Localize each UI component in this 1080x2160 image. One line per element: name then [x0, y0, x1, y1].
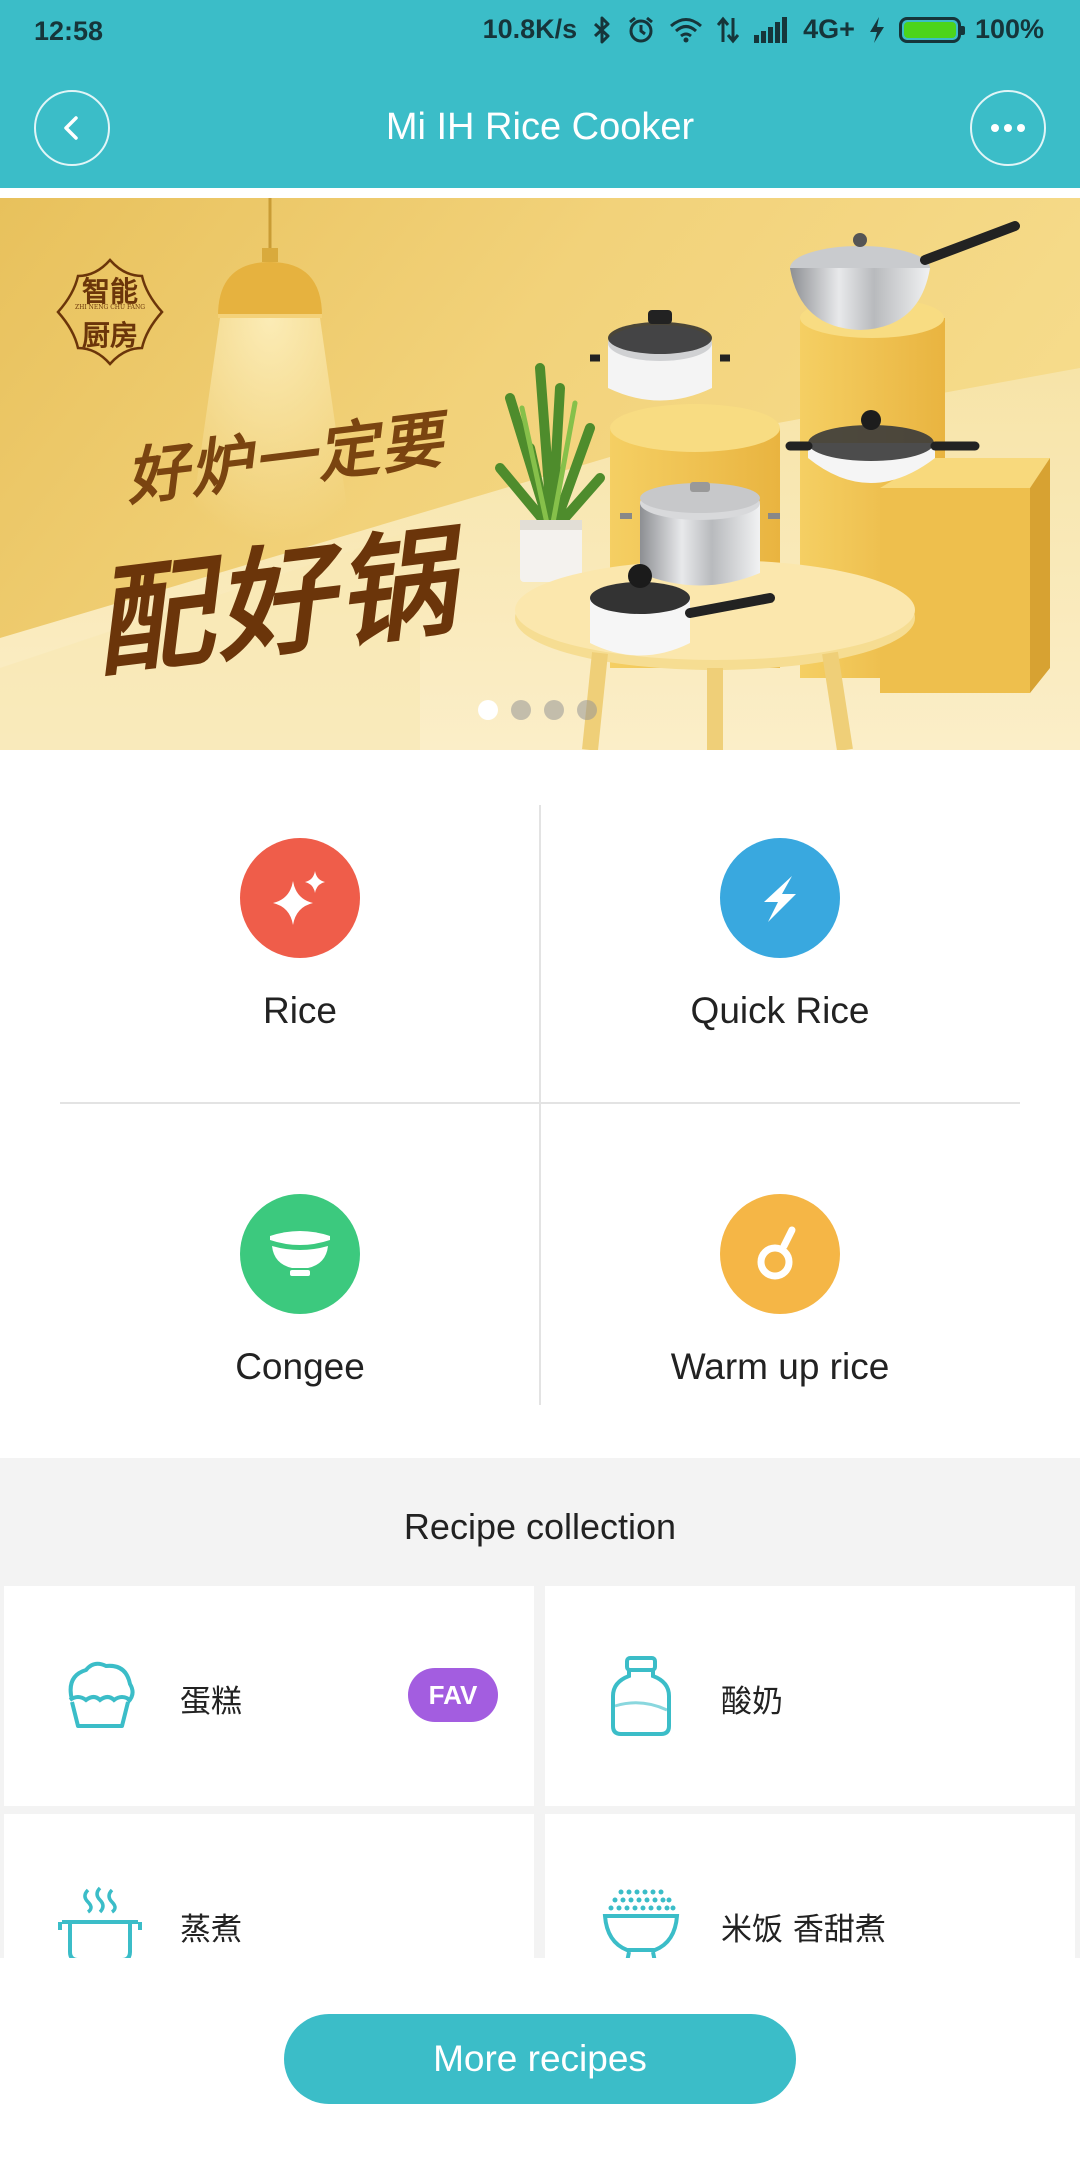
- network-speed: 10.8K/s: [482, 14, 578, 44]
- battery-icon: [898, 16, 965, 43]
- mode-rice[interactable]: Rice: [60, 838, 540, 1138]
- more-dots-icon: [991, 124, 1025, 132]
- recipe-name-cake: 蛋糕: [180, 1684, 242, 1720]
- mode-quick-rice[interactable]: Quick Rice: [540, 838, 1020, 1138]
- battery-level: [903, 21, 956, 38]
- steam-pot-icon: [58, 1886, 142, 1962]
- yogurt-jar-icon: [611, 1656, 671, 1736]
- pager-dot-4[interactable]: [577, 700, 597, 720]
- app-screen: 12:58 10.8K/s 4G+ 100% Mi IH Rice Cooker…: [0, 0, 1080, 2160]
- back-chevron-icon: [64, 116, 78, 140]
- alarm-icon: [629, 16, 654, 42]
- recipe-name-steam: 蒸煮: [180, 1912, 242, 1948]
- cooking-modes-grid: Rice Quick Rice Congee Warm up rice: [0, 750, 1080, 1458]
- status-icons: 10.8K/s 4G+ 100%: [483, 14, 1044, 45]
- banner-logo-bottom: 厨房: [81, 319, 138, 352]
- sparkle-icon: [240, 838, 360, 958]
- status-time: 12:58: [34, 16, 104, 46]
- bluetooth-icon: [594, 16, 610, 43]
- charging-icon: [869, 16, 884, 43]
- recipe-collection-title: Recipe collection: [403, 1506, 677, 1547]
- mode-rice-label: Rice: [262, 990, 338, 1031]
- banner-logo-sub: ZHI NENG CHU FANG: [74, 304, 146, 311]
- promo-banner[interactable]: 智能 ZHI NENG CHU FANG 厨房 好炉一定要 配好锅: [0, 198, 1080, 750]
- mode-congee-label: Congee: [235, 1346, 365, 1387]
- pager-dot-1[interactable]: [478, 700, 498, 720]
- fav-badge: FAV: [408, 1668, 498, 1722]
- pager-dot-2[interactable]: [511, 700, 531, 720]
- recipe-name-rice: 米饭 香甜煮: [721, 1912, 886, 1948]
- bowl-icon: [240, 1194, 360, 1314]
- recipe-card-yogurt[interactable]: 酸奶: [545, 1586, 1075, 1806]
- recipe-name-yogurt: 酸奶: [721, 1684, 783, 1720]
- more-options-button[interactable]: [970, 90, 1046, 166]
- back-button[interactable]: [34, 90, 110, 166]
- cake-icon: [68, 1661, 135, 1728]
- ladle-icon: [720, 1194, 840, 1314]
- data-arrows-icon: [717, 16, 740, 43]
- banner-pager: [478, 700, 597, 720]
- banner-logo: 智能 ZHI NENG CHU FANG 厨房: [54, 256, 166, 368]
- pager-dot-3[interactable]: [544, 700, 564, 720]
- mode-warm-up-rice-label: Warm up rice: [670, 1346, 890, 1387]
- mode-congee[interactable]: Congee: [60, 1194, 540, 1494]
- rice-bowl-icon: [602, 1889, 680, 1963]
- more-recipes-button[interactable]: More recipes: [284, 2014, 796, 2104]
- status-bar: 12:58 10.8K/s 4G+ 100%: [0, 0, 1080, 66]
- bottom-bar: More recipes: [0, 1958, 1080, 2160]
- app-header: Mi IH Rice Cooker: [0, 66, 1080, 188]
- mode-quick-rice-label: Quick Rice: [690, 990, 870, 1031]
- page-title: Mi IH Rice Cooker: [385, 106, 695, 148]
- network-type: 4G+: [803, 14, 855, 44]
- battery-percent: 100%: [974, 14, 1044, 44]
- mode-warm-up-rice[interactable]: Warm up rice: [540, 1194, 1020, 1494]
- lightning-icon: [720, 838, 840, 958]
- recipe-card-cake[interactable]: 蛋糕 FAV: [4, 1586, 534, 1806]
- wifi-icon: [670, 17, 703, 42]
- signal-icon: [754, 16, 788, 43]
